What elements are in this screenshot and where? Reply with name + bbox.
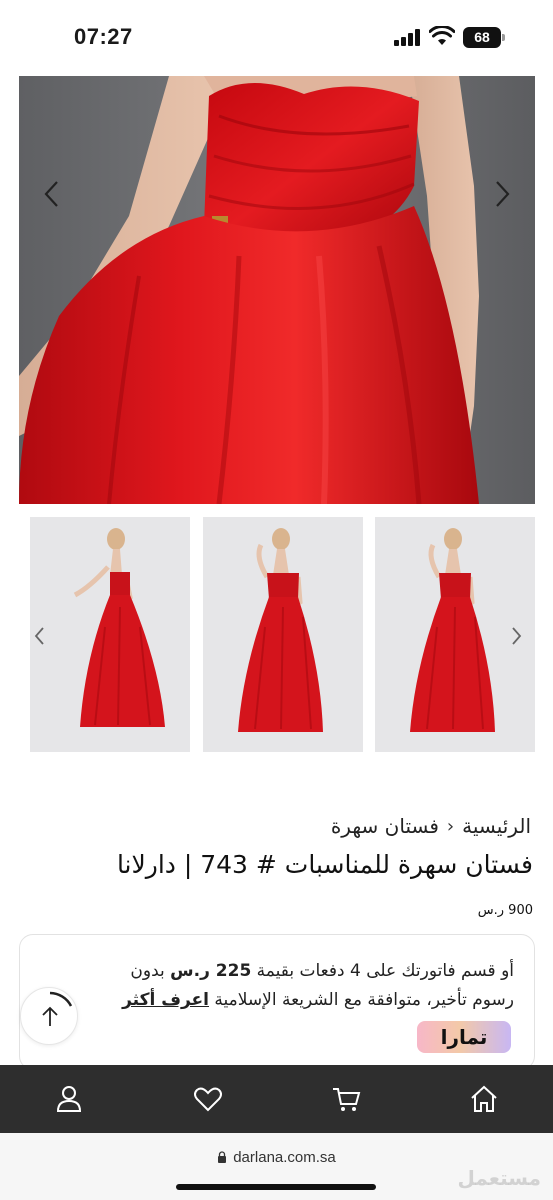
breadcrumb-home[interactable]: الرئيسية [462,814,531,838]
status-time: 07:27 [74,24,133,49]
breadcrumb: الرئيسية ‹ فستان سهرة [331,814,531,838]
product-title: فستان سهرة للمناسبات # 743 | دارلانا [116,850,533,879]
breadcrumb-separator: ‹ [446,815,455,837]
tamara-text: أو قسم فاتورتك على 4 دفعات بقيمة 225 ر.س… [122,961,514,1010]
user-icon[interactable] [51,1081,87,1117]
watermark-logo: مستعمل [457,1166,541,1190]
thumb-chevron-left-icon[interactable] [32,624,48,648]
home-indicator [176,1184,376,1190]
chevron-left-icon[interactable] [37,174,67,214]
wifi-icon [429,26,455,45]
battery-level: 68 [463,27,501,48]
red-dress-photo [19,76,535,504]
thumbnail-strip [30,517,535,752]
cart-icon[interactable] [328,1081,364,1117]
home-icon[interactable] [466,1081,502,1117]
thumb-chevron-right-icon[interactable] [508,624,524,648]
thumbnail-2[interactable] [203,517,363,752]
scroll-to-top-button[interactable] [20,987,78,1045]
lock-icon [218,1151,227,1163]
breadcrumb-category[interactable]: فستان سهرة [331,814,439,838]
installment-amount: 225 ر.س [170,961,252,981]
battery-icon: 68 [463,27,505,48]
thumbnail-1[interactable] [30,517,190,752]
heart-icon[interactable] [190,1081,226,1117]
bottom-navigation [0,1065,553,1133]
chevron-right-icon[interactable] [487,174,517,214]
url-text: darlana.com.sa [233,1149,336,1166]
tamara-logo: تمارا [417,1021,511,1053]
arrow-up-icon [42,991,73,1026]
learn-more-link[interactable]: اعرف أكثر [122,990,209,1010]
product-price: 900 ر.س [477,903,533,918]
product-main-image[interactable] [19,76,535,504]
tamara-installments-box: أو قسم فاتورتك على 4 دفعات بقيمة 225 ر.س… [19,934,535,1070]
signal-icon [394,29,422,46]
status-bar: 07:27 68 [0,0,553,76]
